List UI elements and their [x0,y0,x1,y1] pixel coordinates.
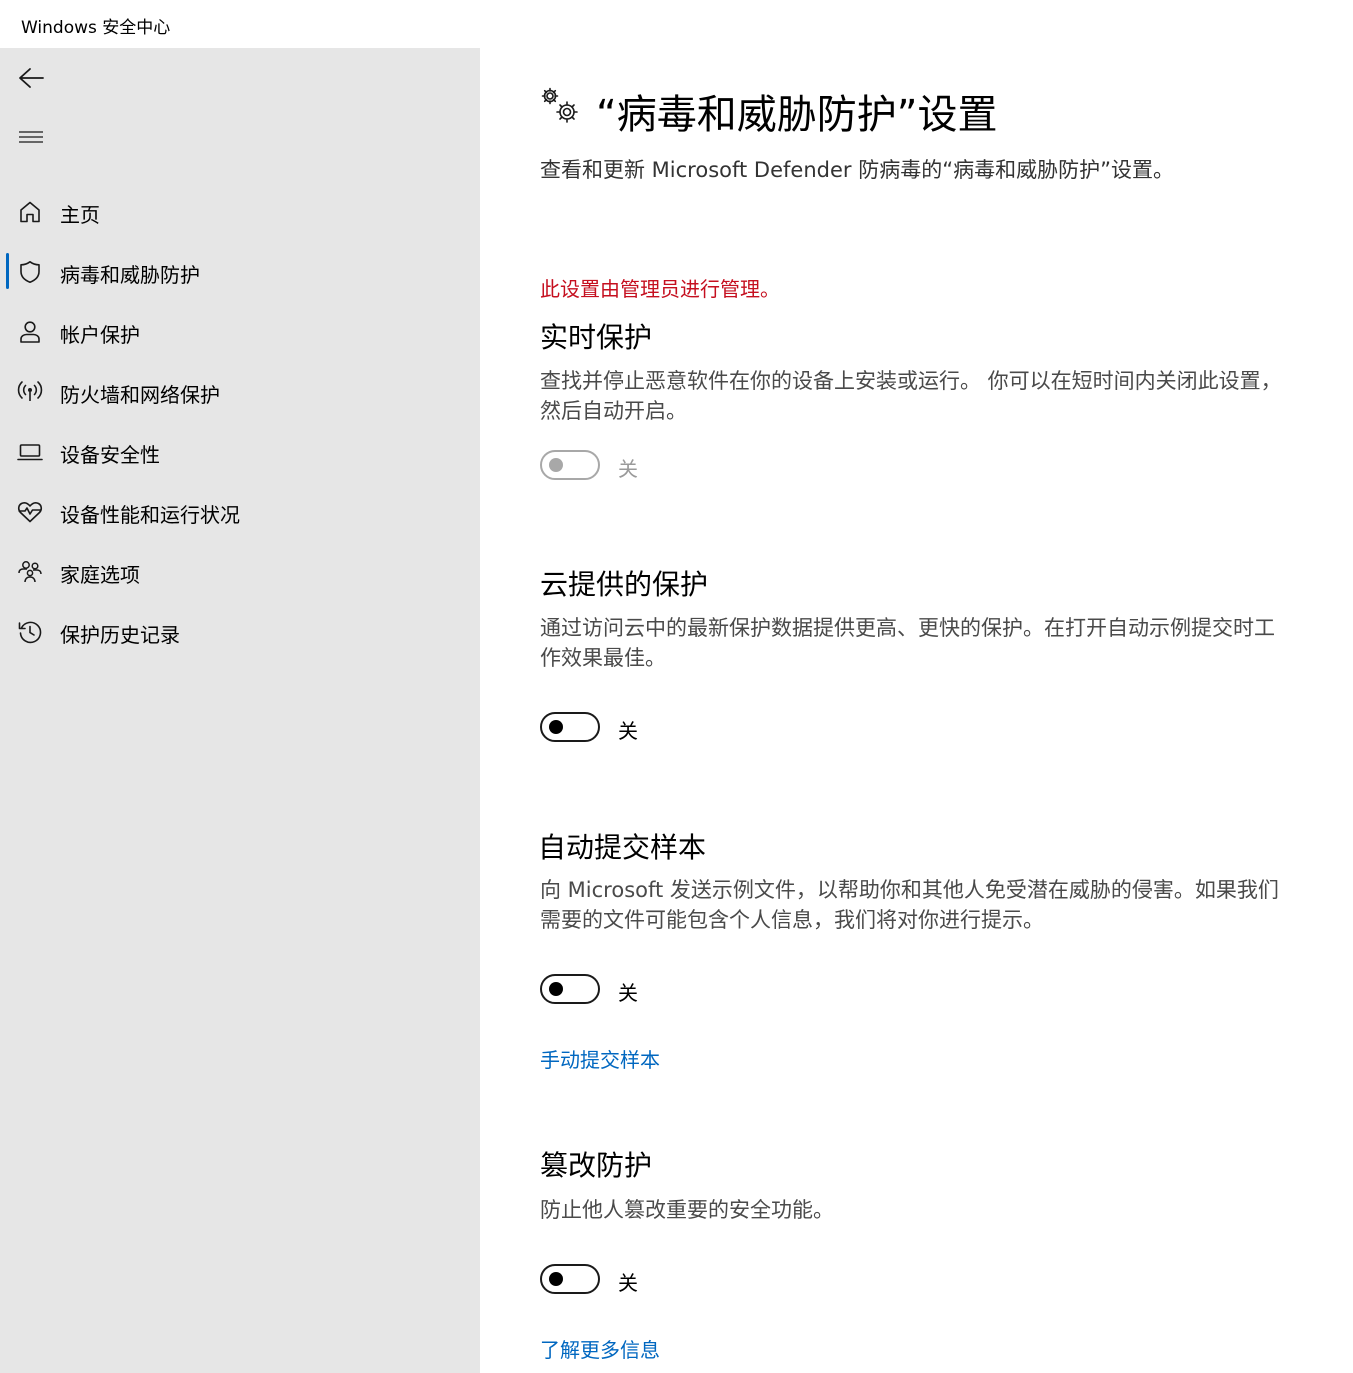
toggle-state-label: 关 [618,981,638,1005]
back-arrow-icon[interactable] [16,63,46,93]
sidebar-item-account-protection[interactable]: 帐户保护 [0,307,480,355]
sidebar-item-label: 病毒和威胁防护 [60,263,200,287]
antenna-icon [17,379,43,405]
admin-managed-notice: 此设置由管理员进行管理。 [540,277,780,301]
hamburger-menu-icon[interactable] [16,122,46,152]
main-content: “病毒和威胁防护”设置 查看和更新 Microsoft Defender 防病毒… [480,48,1353,1373]
sidebar-item-label: 帐户保护 [60,323,140,347]
sidebar-item-family-options[interactable]: 家庭选项 [0,547,480,595]
sidebar-item-home[interactable]: 主页 [0,187,480,235]
sidebar-item-device-security[interactable]: 设备安全性 [0,427,480,475]
learn-more-link[interactable]: 了解更多信息 [540,1334,660,1363]
section-description: 防止他人篡改重要的安全功能。 [540,1198,834,1222]
heartbeat-icon [17,499,43,525]
page-title: “病毒和威胁防护”设置 [596,92,998,138]
sidebar-item-device-performance[interactable]: 设备性能和运行状况 [0,487,480,535]
section-description: 通过访问云中的最新保护数据提供更高、更快的保护。在打开自动示例提交时工作效果最佳… [540,616,1275,670]
toggle-knob [549,1272,563,1286]
sidebar-item-label: 主页 [60,203,100,227]
section-description: 查找并停止恶意软件在你的设备上安装或运行。 你可以在短时间内关闭此设置，然后自动… [540,369,1282,423]
submit-sample-manually-link[interactable]: 手动提交样本 [540,1044,660,1073]
sidebar-item-firewall[interactable]: 防火墙和网络保护 [0,367,480,415]
sidebar-item-label: 保护历史记录 [60,623,180,647]
gears-icon [540,86,582,126]
sidebar-item-label: 设备安全性 [60,443,160,467]
toggle-state-label: 关 [618,1271,638,1295]
sidebar-item-protection-history[interactable]: 保护历史记录 [0,607,480,655]
history-icon [17,619,43,645]
section-description: 向 Microsoft 发送示例文件，以帮助你和其他人免受潜在威胁的侵害。如果我… [540,878,1279,932]
window-title: Windows 安全中心 [21,18,171,38]
toggle-knob [549,720,563,734]
laptop-icon [17,439,43,465]
sidebar-item-label: 防火墙和网络保护 [60,383,220,407]
sidebar-item-virus-threat-protection[interactable]: 病毒和威胁防护 [0,247,480,295]
cloud-protection-toggle[interactable] [540,712,600,742]
section-title-tamper-protection: 篡改防护 [540,1149,653,1182]
sidebar-item-label: 家庭选项 [60,563,140,587]
family-icon [17,559,43,585]
sidebar: 主页 病毒和威胁防护 帐户保护 防火墙和网络保护 设备安全性 设备性能和运行状况 [0,48,480,1373]
toggle-knob [549,982,563,996]
home-icon [17,199,43,225]
section-title-realtime-protection: 实时保护 [540,321,653,354]
toggle-state-label: 关 [618,457,638,481]
page-subtitle: 查看和更新 Microsoft Defender 防病毒的“病毒和威胁防护”设置… [540,158,1174,182]
active-indicator [6,253,9,289]
sample-submission-toggle[interactable] [540,974,600,1004]
person-icon [17,319,43,345]
title-bar: Windows 安全中心 [0,0,1353,48]
sidebar-item-label: 设备性能和运行状况 [60,503,240,527]
toggle-state-label: 关 [618,719,638,743]
shield-icon [17,259,43,285]
section-title-cloud-protection: 云提供的保护 [540,568,709,601]
realtime-protection-toggle[interactable] [540,450,600,480]
toggle-knob [549,458,563,472]
tamper-protection-toggle[interactable] [540,1264,600,1294]
section-title-sample-submission: 自动提交样本 [538,831,707,864]
